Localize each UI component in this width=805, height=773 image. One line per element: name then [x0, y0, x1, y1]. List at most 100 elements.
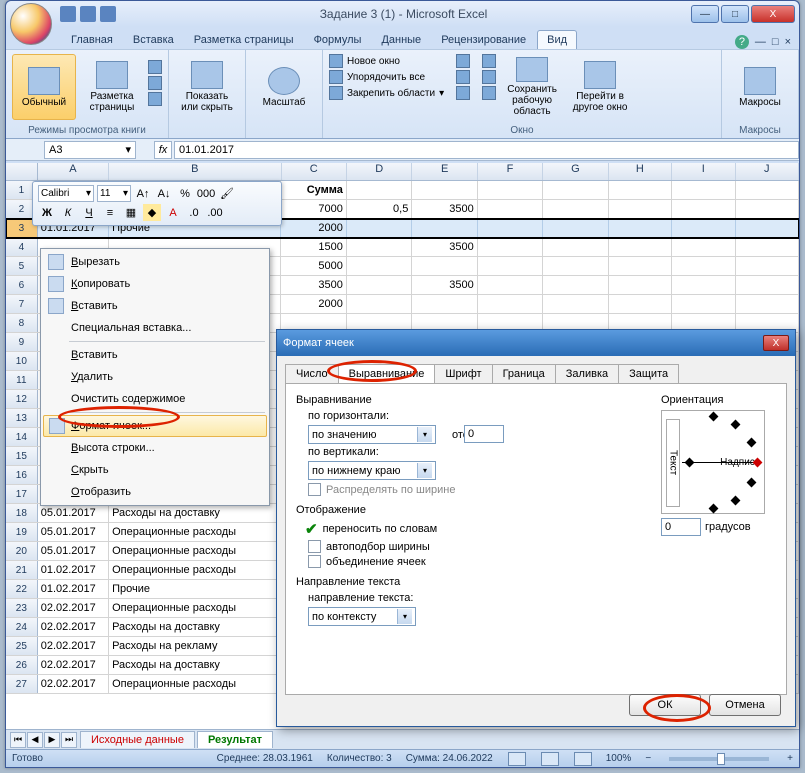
cell[interactable]: [736, 200, 799, 218]
help-icon[interactable]: ?: [735, 35, 749, 49]
normal-view-icon[interactable]: [508, 752, 526, 766]
cell[interactable]: [609, 238, 672, 256]
qat-redo-icon[interactable]: [100, 6, 116, 22]
cell[interactable]: [543, 219, 608, 237]
context-menu-item[interactable]: Вставить: [43, 295, 267, 317]
cell[interactable]: Операционные расходы: [109, 523, 281, 541]
row-header[interactable]: 7: [6, 295, 38, 313]
cell[interactable]: 02.02.2017: [38, 675, 109, 693]
switch-windows-button[interactable]: Перейти в другое окно: [568, 54, 632, 120]
cell[interactable]: [543, 276, 608, 294]
cell[interactable]: 3500: [412, 276, 477, 294]
name-box[interactable]: A3▾: [44, 141, 136, 159]
view-normal-button[interactable]: Обычный: [12, 54, 76, 120]
text-direction-combo[interactable]: по контексту▾: [308, 607, 416, 626]
cell[interactable]: [478, 276, 543, 294]
context-menu-item[interactable]: Специальная вставка...: [43, 317, 267, 339]
cell[interactable]: Сумма: [281, 181, 346, 199]
row-header[interactable]: 11: [6, 371, 38, 389]
fx-button[interactable]: fx: [154, 141, 172, 159]
context-menu-item[interactable]: Вставить: [43, 344, 267, 366]
cell[interactable]: 7000: [281, 200, 346, 218]
sheet-tab[interactable]: Исходные данные: [80, 731, 195, 748]
ribbon-tab[interactable]: Разметка страницы: [185, 31, 303, 49]
cell[interactable]: [736, 219, 799, 237]
borders-icon[interactable]: ▦: [122, 204, 140, 221]
cell[interactable]: [736, 181, 799, 199]
cell[interactable]: 02.02.2017: [38, 656, 109, 674]
row-header[interactable]: 21: [6, 561, 38, 579]
col-header[interactable]: H: [609, 163, 672, 180]
mdi-close-icon[interactable]: ×: [785, 36, 791, 48]
orientation-dial[interactable]: Текст Надпись: [661, 410, 765, 514]
cell[interactable]: 01.02.2017: [38, 580, 109, 598]
row-header[interactable]: 15: [6, 447, 38, 465]
save-workspace-button[interactable]: Сохранить рабочую область: [500, 54, 564, 120]
cell[interactable]: [543, 200, 608, 218]
cell[interactable]: [478, 219, 543, 237]
tab-nav-last[interactable]: ⏭: [61, 732, 77, 748]
size-combo[interactable]: 11▾: [97, 185, 131, 202]
pagebreak-view-icon[interactable]: [574, 752, 592, 766]
context-menu-item[interactable]: Высота строки...: [43, 437, 267, 459]
mdi-restore-icon[interactable]: □: [772, 36, 779, 48]
cell[interactable]: [609, 295, 672, 313]
context-menu-item[interactable]: Копировать: [43, 273, 267, 295]
cell[interactable]: [736, 295, 799, 313]
office-button[interactable]: [10, 3, 52, 45]
decrease-decimal-icon[interactable]: .0: [185, 204, 203, 221]
cell[interactable]: Расходы на доставку: [109, 504, 281, 522]
vert-align-combo[interactable]: по нижнему краю▾: [308, 461, 436, 480]
row-header[interactable]: 10: [6, 352, 38, 370]
sheet-tab[interactable]: Результат: [197, 731, 273, 748]
dialog-tab[interactable]: Выравнивание: [338, 364, 436, 383]
cell[interactable]: [672, 200, 735, 218]
qat-save-icon[interactable]: [60, 6, 76, 22]
split-icon[interactable]: [456, 54, 470, 68]
wrap-text-checkbox[interactable]: переносить по словам: [323, 523, 438, 535]
view-sidebyside-icon[interactable]: [482, 54, 496, 68]
ribbon-tab[interactable]: Рецензирование: [432, 31, 535, 49]
cell[interactable]: [609, 276, 672, 294]
cell[interactable]: 02.02.2017: [38, 637, 109, 655]
pagebreak-preview-icon[interactable]: [148, 60, 162, 74]
cell[interactable]: [609, 257, 672, 275]
dialog-tab[interactable]: Число: [285, 364, 339, 383]
cell[interactable]: [736, 238, 799, 256]
col-header[interactable]: G: [543, 163, 608, 180]
formula-bar[interactable]: 01.01.2017: [174, 141, 799, 159]
new-window-button[interactable]: Новое окно: [329, 54, 444, 68]
col-header[interactable]: J: [736, 163, 799, 180]
cell[interactable]: [347, 257, 412, 275]
row-header[interactable]: 5: [6, 257, 38, 275]
arrange-all-button[interactable]: Упорядочить все: [329, 70, 444, 84]
cell[interactable]: Операционные расходы: [109, 561, 281, 579]
dialog-close-button[interactable]: X: [763, 335, 789, 351]
cell[interactable]: [347, 181, 412, 199]
row-header[interactable]: 17: [6, 485, 38, 503]
cell[interactable]: [478, 181, 543, 199]
cell[interactable]: [412, 219, 477, 237]
cell[interactable]: [609, 200, 672, 218]
show-hide-button[interactable]: Показать или скрыть: [175, 54, 239, 120]
row-header[interactable]: 18: [6, 504, 38, 522]
cell[interactable]: 0,5: [347, 200, 412, 218]
dialog-tab[interactable]: Шрифт: [434, 364, 492, 383]
comma-icon[interactable]: 000: [197, 185, 215, 202]
context-menu-item[interactable]: Вырезать: [43, 251, 267, 273]
cell[interactable]: Расходы на рекламу: [109, 637, 281, 655]
merge-checkbox[interactable]: [308, 555, 321, 568]
cell[interactable]: Операционные расходы: [109, 542, 281, 560]
cell[interactable]: 3500: [412, 238, 477, 256]
shrink-font-icon[interactable]: A↓: [155, 185, 173, 202]
italic-button[interactable]: К: [59, 204, 77, 221]
context-menu-item[interactable]: Отобразить: [43, 481, 267, 503]
percent-icon[interactable]: %: [176, 185, 194, 202]
row-header[interactable]: 12: [6, 390, 38, 408]
dialog-tab[interactable]: Граница: [492, 364, 556, 383]
cell[interactable]: Прочие: [109, 580, 281, 598]
horiz-align-combo[interactable]: по значению▾: [308, 425, 436, 444]
indent-spinner[interactable]: 0: [464, 425, 504, 443]
cell[interactable]: [412, 295, 477, 313]
pagelayout-view-icon[interactable]: [541, 752, 559, 766]
